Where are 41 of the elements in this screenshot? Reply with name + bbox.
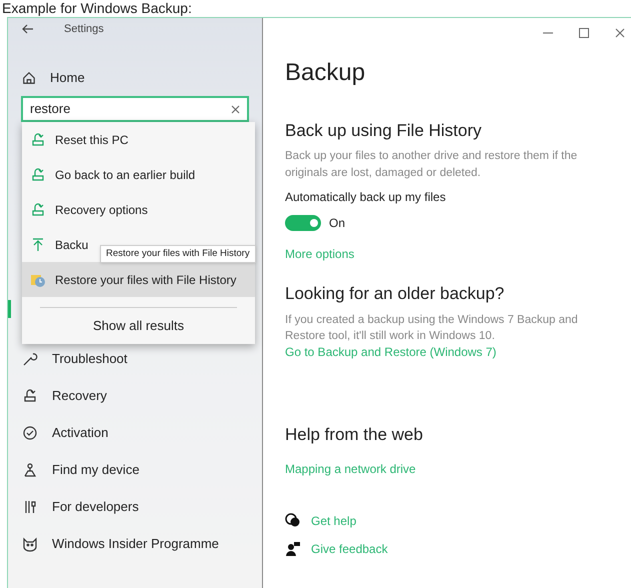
clear-icon[interactable] [231, 104, 240, 114]
tooltip: Restore your files with File History [100, 245, 256, 263]
minimize-icon[interactable] [543, 32, 553, 34]
chat-icon [285, 512, 301, 528]
search-result[interactable]: Reset this PC [22, 122, 255, 157]
home-item[interactable]: Home [8, 68, 262, 88]
section-heading: Help from the web [285, 424, 424, 446]
home-icon [22, 71, 36, 85]
recovery-icon [30, 202, 46, 218]
recovery-icon [30, 132, 46, 148]
check-circle-icon [22, 424, 38, 440]
page-title: Backup [285, 58, 366, 88]
sidebar-item[interactable]: Windows Insider Programme [8, 525, 262, 562]
search-result[interactable]: Restore your files with File History [22, 262, 255, 297]
selection-indicator [8, 300, 11, 318]
caption: Example for Windows Backup: [1, 0, 193, 17]
toggle-state: On [329, 214, 346, 232]
close-icon[interactable] [615, 28, 625, 38]
cat-icon [22, 536, 38, 552]
window-title: Settings [64, 22, 104, 37]
sidebar-item[interactable]: For developers [8, 488, 262, 525]
feedback-icon [285, 540, 301, 556]
search-result[interactable]: Recovery options [22, 192, 255, 227]
toggle-switch[interactable] [285, 214, 321, 230]
recovery-icon [22, 388, 38, 404]
section-description: If you created a backup using the Windows 7 Backup and Restore tool, it'll still work in Windows 10. [285, 313, 579, 344]
back-icon[interactable] [22, 24, 34, 34]
person-icon [22, 462, 38, 478]
toggle-label: Automatically back up my files [285, 188, 447, 206]
search-result[interactable]: Go back to an earlier build [22, 157, 255, 192]
upload-icon [30, 236, 46, 252]
maximize-icon[interactable] [579, 28, 589, 38]
section-heading: Back up using File History [285, 120, 483, 142]
section-heading: Looking for an older backup? [285, 282, 506, 304]
sidebar-item[interactable]: Recovery [8, 377, 262, 414]
sidebar-item[interactable]: Activation [8, 414, 262, 451]
wrench-icon [22, 350, 38, 366]
recovery-icon [30, 166, 46, 182]
section-description: Back up your files to another drive and restore them if the originals are lost, damaged or deleted. [285, 148, 578, 180]
sidebar-item[interactable]: Find my device [8, 451, 262, 488]
search-field[interactable]: restore [21, 96, 249, 122]
